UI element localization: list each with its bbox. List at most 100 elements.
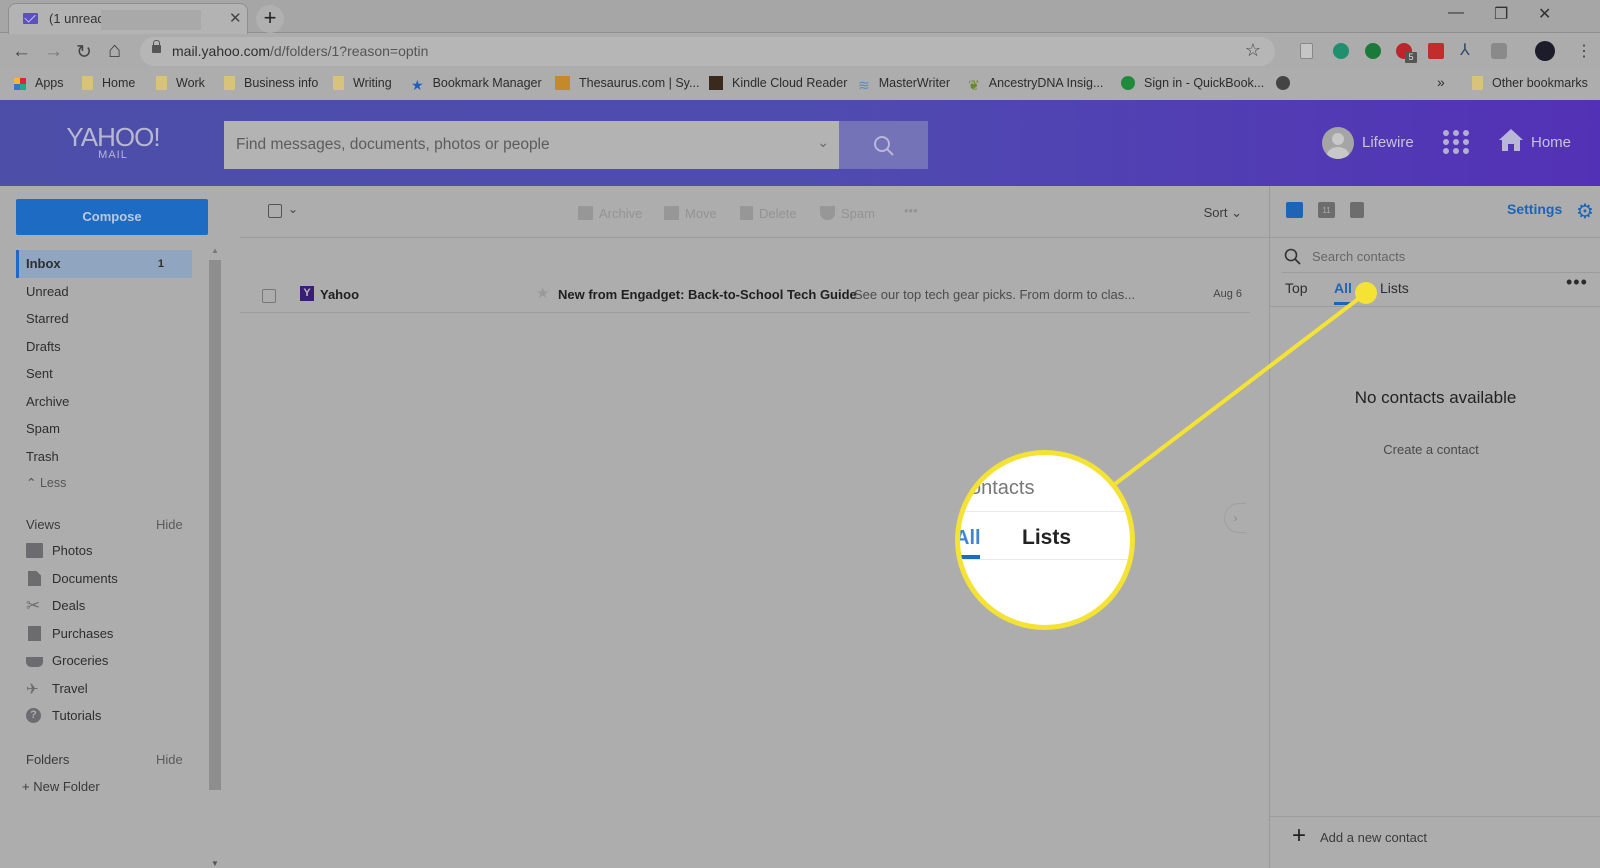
bookmark-kindle[interactable]: Kindle Cloud Reader: [709, 76, 847, 90]
message-row[interactable]: Y Yahoo ★ New from Engadget: Back-to-Sch…: [240, 281, 1250, 313]
sidebar-item-spam[interactable]: Spam: [16, 415, 192, 443]
views-hide-link[interactable]: Hide: [156, 517, 183, 532]
bookmark-ancestry[interactable]: ❦ AncestryDNA Insig...: [968, 76, 1103, 93]
pocket-extension-icon[interactable]: [1428, 43, 1444, 59]
notepad-icon[interactable]: [1350, 202, 1364, 218]
sidebar-item-inbox[interactable]: Inbox 1: [16, 250, 192, 278]
plus-icon: +: [1292, 822, 1307, 849]
yahoo-mail-logo[interactable]: YAHOO! MAIL: [64, 122, 162, 161]
settings-link[interactable]: Settings: [1507, 201, 1562, 217]
bookmark-label: Apps: [35, 76, 64, 90]
sidebar-less-toggle[interactable]: ⌃ Less: [16, 469, 192, 497]
sidebar-item-trash[interactable]: Trash: [16, 443, 192, 471]
bookmark-masterwriter[interactable]: ≋ MasterWriter: [858, 76, 950, 93]
help-icon: ?: [26, 708, 41, 723]
bookmark-work[interactable]: Work: [156, 76, 205, 90]
select-all-checkbox[interactable]: [268, 204, 282, 218]
sidebar-item-label: Unread: [26, 284, 69, 299]
calendar-icon[interactable]: 11: [1318, 202, 1335, 218]
home-button[interactable]: ⌂: [108, 37, 121, 63]
restore-button[interactable]: ❐: [1494, 4, 1508, 24]
opera-extension-icon[interactable]: 5: [1396, 43, 1417, 63]
contacts-search-input[interactable]: [1312, 240, 1582, 272]
contacts-card-icon[interactable]: [1286, 202, 1303, 218]
url-text[interactable]: mail.yahoo.com/d/folders/1?reason=optin: [172, 43, 428, 59]
callout-pointer-dot: [1355, 282, 1377, 304]
contacts-more-button[interactable]: •••: [1566, 272, 1588, 293]
forward-button[interactable]: →: [44, 41, 63, 63]
scrollbar-thumb[interactable]: [209, 260, 221, 790]
minimize-button[interactable]: —: [1448, 4, 1464, 22]
new-tab-button[interactable]: +: [256, 5, 284, 33]
tab-all[interactable]: All: [1334, 280, 1352, 296]
sidebar-item-starred[interactable]: Starred: [16, 305, 192, 333]
hangouts-extension-icon[interactable]: [1365, 43, 1381, 59]
sidebar-scrollbar[interactable]: ▲ ▼: [208, 246, 222, 868]
bookmark-business-info[interactable]: Business info: [224, 76, 318, 90]
grammarly-extension-icon[interactable]: [1333, 43, 1349, 59]
move-button[interactable]: Move: [664, 206, 717, 221]
message-checkbox[interactable]: [262, 289, 276, 303]
unread-count-badge: 1: [157, 258, 164, 270]
yahoo-mail-header: YAHOO! MAIL ⌄ Lifewire Home: [0, 100, 1600, 186]
address-bar[interactable]: mail.yahoo.com/d/folders/1?reason=optin …: [140, 37, 1275, 66]
back-button[interactable]: ←: [12, 41, 31, 63]
more-actions-button[interactable]: •••: [904, 203, 918, 218]
document-icon: [28, 571, 41, 586]
select-options-chevron-icon[interactable]: ⌄: [288, 202, 298, 216]
bookmark-home[interactable]: Home: [82, 76, 135, 90]
gear-icon[interactable]: ⚙: [1576, 199, 1594, 224]
sidebar-item-archive[interactable]: Archive: [16, 388, 192, 416]
search-button[interactable]: [839, 121, 928, 169]
search-options-chevron-icon[interactable]: ⌄: [817, 134, 829, 151]
scroll-up-arrow-icon[interactable]: ▲: [211, 246, 219, 255]
browser-menu-icon[interactable]: ⋮: [1576, 41, 1592, 61]
create-contact-link[interactable]: Create a contact: [1270, 442, 1592, 457]
collapse-panel-button[interactable]: ›: [1224, 503, 1246, 533]
drive-extension-icon[interactable]: [1491, 43, 1507, 59]
bookmark-thesaurus[interactable]: Thesaurus.com | Sy...: [555, 76, 699, 90]
bookmark-apps[interactable]: Apps: [14, 76, 64, 90]
bookmark-writing[interactable]: Writing: [333, 76, 392, 90]
new-folder-button[interactable]: + New Folder: [22, 779, 100, 794]
other-bookmarks[interactable]: Other bookmarks: [1472, 76, 1588, 90]
bookmark-quickbooks[interactable]: Sign in - QuickBook...: [1121, 76, 1264, 90]
apps-grid-button[interactable]: [1443, 130, 1470, 155]
tab-top[interactable]: Top: [1285, 280, 1308, 296]
view-label: Deals: [52, 598, 86, 613]
document-extension-icon[interactable]: [1300, 43, 1313, 59]
yahoo-home-link[interactable]: Home: [1498, 128, 1571, 157]
thesaurus-icon: [555, 76, 570, 90]
tab-lists[interactable]: Lists: [1380, 280, 1409, 296]
scroll-down-arrow-icon[interactable]: ▼: [211, 859, 219, 868]
folder-move-icon: [664, 206, 679, 220]
add-new-contact-button[interactable]: + Add a new contact: [1270, 816, 1600, 868]
bookmark-globe[interactable]: [1276, 76, 1299, 90]
window-close-button[interactable]: ✕: [1538, 4, 1551, 24]
archive-label: Archive: [599, 206, 643, 221]
apps-grid-icon: [14, 78, 26, 90]
view-label: Tutorials: [52, 708, 102, 723]
sidebar-item-drafts[interactable]: Drafts: [16, 333, 192, 361]
profile-avatar-icon[interactable]: [1535, 41, 1555, 61]
sort-button[interactable]: Sort ⌄: [1204, 205, 1242, 221]
tool-extension-icon[interactable]: ⅄: [1460, 40, 1476, 59]
sidebar-item-sent[interactable]: Sent: [16, 360, 192, 388]
bookmarks-overflow-button[interactable]: »: [1437, 74, 1445, 90]
folder-icon: [156, 76, 167, 90]
trash-icon: [740, 206, 753, 220]
compose-button[interactable]: Compose: [16, 199, 208, 235]
star-toggle-icon[interactable]: ★: [536, 284, 549, 302]
contacts-panel: 11 Settings ⚙ Top All Lists ••• No conta…: [1269, 186, 1600, 868]
bookmark-star-icon[interactable]: ☆: [1245, 40, 1261, 61]
spam-button[interactable]: Spam: [820, 206, 875, 221]
archive-button[interactable]: Archive: [578, 206, 642, 221]
folders-hide-link[interactable]: Hide: [156, 752, 183, 767]
mail-search-input[interactable]: [224, 121, 814, 169]
sidebar-item-unread[interactable]: Unread: [16, 278, 192, 306]
bookmark-manager[interactable]: ★ Bookmark Manager: [411, 76, 542, 93]
browser-tab[interactable]: (1 unread) ✕: [8, 3, 248, 34]
tab-close-icon[interactable]: ✕: [229, 9, 242, 27]
reload-button[interactable]: ↻: [76, 41, 92, 64]
delete-button[interactable]: Delete: [740, 206, 797, 221]
